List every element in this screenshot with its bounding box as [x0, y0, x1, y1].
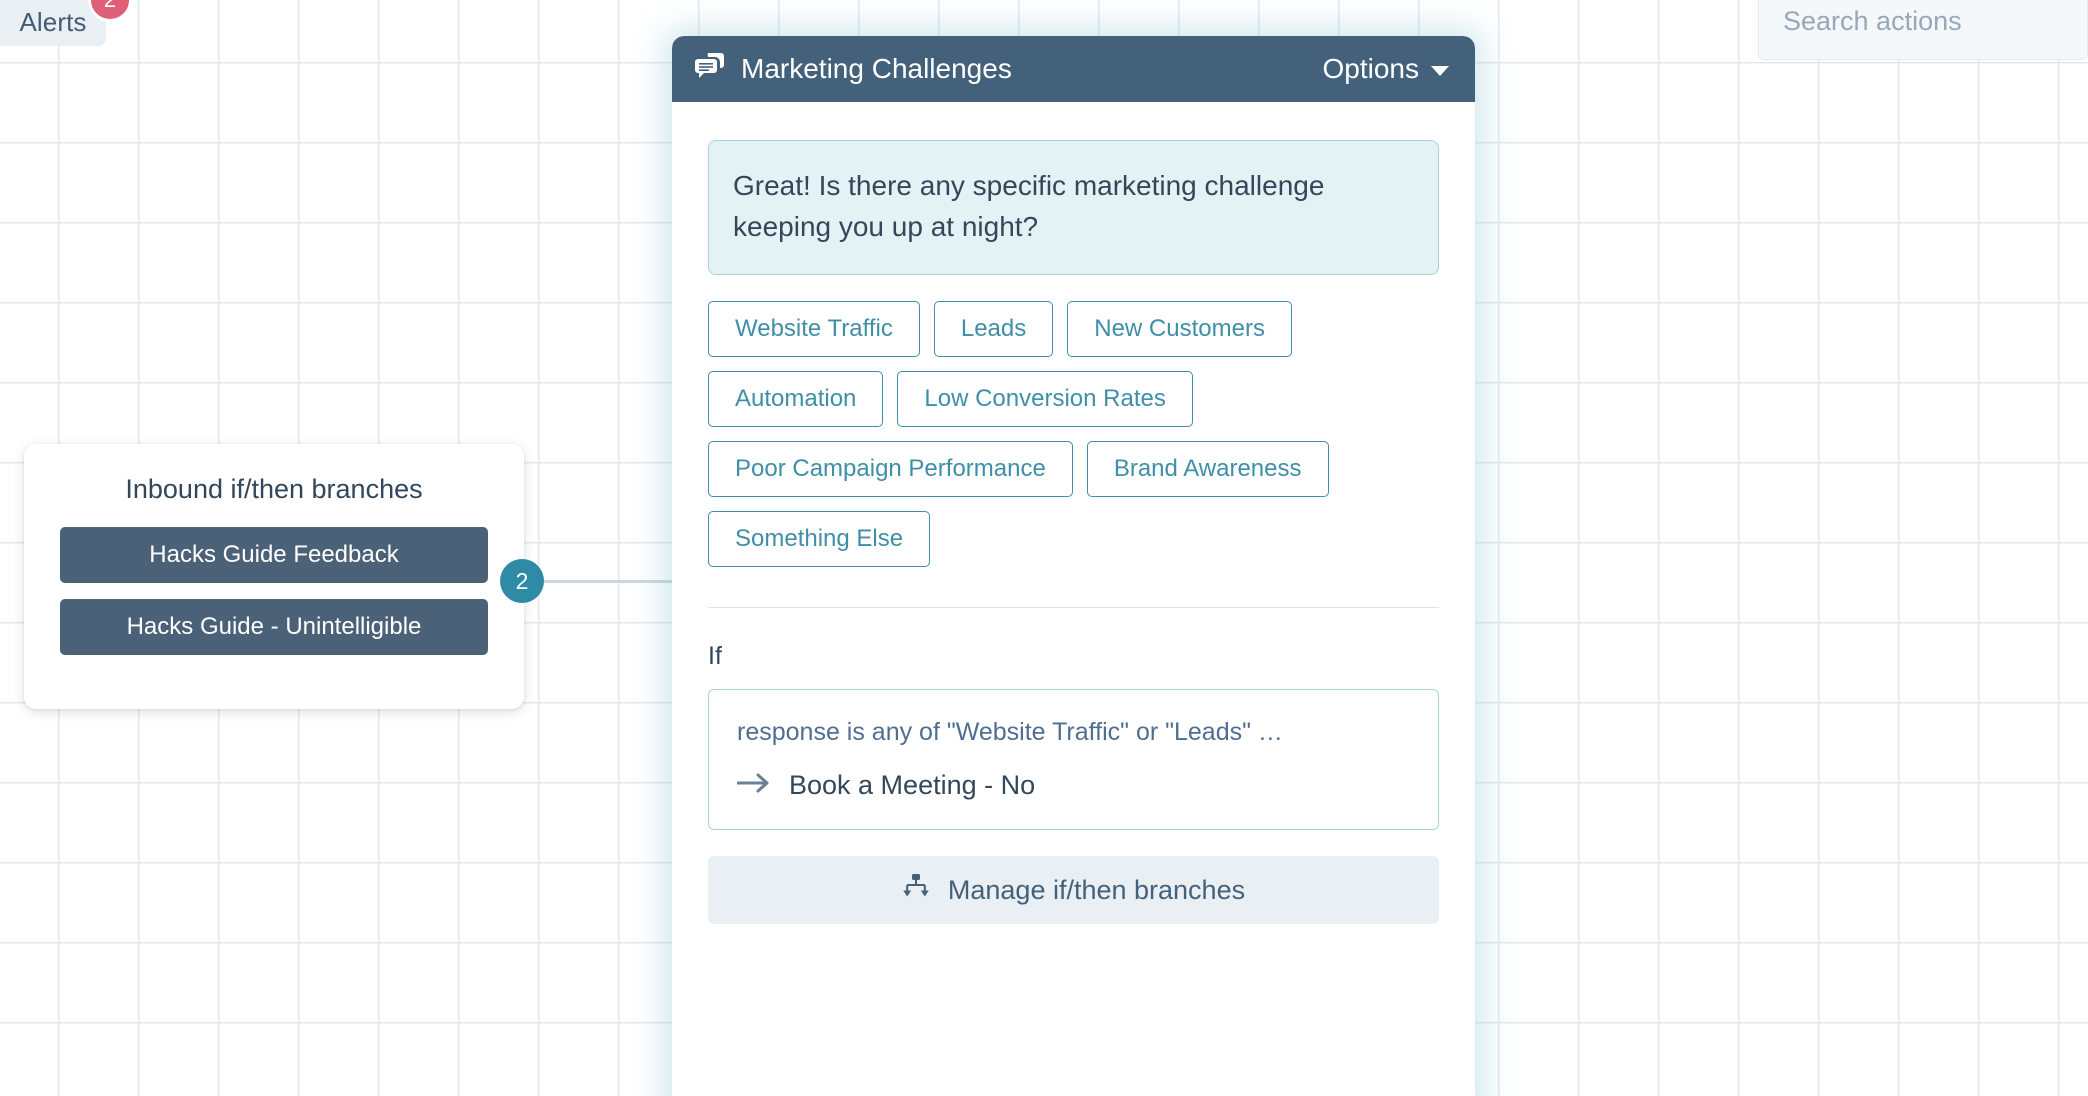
quick-reply-chips: Website Traffic Leads New Customers Auto… — [708, 300, 1439, 567]
branch-pill-feedback[interactable]: Hacks Guide Feedback — [60, 527, 488, 583]
quick-reply-chip[interactable]: Brand Awareness — [1086, 440, 1329, 497]
condition-action-row: Book a Meeting - No — [736, 770, 1410, 801]
search-actions-field[interactable] — [1758, 0, 2088, 60]
panel-title: Marketing Challenges — [741, 53, 1012, 84]
options-dropdown-button[interactable]: Options — [1322, 53, 1449, 85]
branch-hierarchy-icon — [902, 873, 930, 908]
section-divider — [708, 606, 1439, 608]
marketing-challenges-panel: Marketing Challenges Options Great! Is t… — [672, 36, 1475, 1096]
quick-reply-chip[interactable]: Something Else — [708, 510, 931, 567]
quick-reply-chip[interactable]: Automation — [708, 370, 884, 427]
panel-header: Marketing Challenges Options — [672, 36, 1475, 102]
workflow-canvas: Alerts 2 2 Inbound if/then branches Hack… — [0, 0, 2088, 1096]
quick-reply-chip[interactable]: Low Conversion Rates — [897, 370, 1193, 427]
branch-pill-unintelligible[interactable]: Hacks Guide - Unintelligible — [60, 599, 488, 655]
condition-text: response is any of "Website Traffic" or … — [737, 717, 1283, 746]
search-input[interactable] — [1783, 5, 2087, 37]
alerts-tab-label: Alerts — [19, 7, 87, 37]
bot-message-bubble[interactable]: Great! Is there any specific marketing c… — [708, 140, 1439, 275]
condition-action-label: Book a Meeting - No — [789, 770, 1036, 801]
quick-reply-chip[interactable]: Leads — [933, 300, 1054, 357]
manage-branches-button[interactable]: Manage if/then branches — [708, 856, 1439, 925]
inbound-branches-card: Inbound if/then branches Hacks Guide Fee… — [24, 444, 524, 709]
if-condition-box[interactable]: response is any of "Website Traffic" or … — [708, 688, 1439, 831]
branch-connector-badge[interactable]: 2 — [500, 559, 544, 603]
chevron-down-icon — [1431, 66, 1449, 76]
manage-branches-label: Manage if/then branches — [947, 874, 1246, 905]
quick-reply-chip[interactable]: New Customers — [1067, 300, 1292, 357]
inbound-card-title: Inbound if/then branches — [125, 474, 423, 504]
arrow-right-icon — [736, 770, 771, 801]
chat-bubbles-icon — [695, 52, 725, 86]
options-label: Options — [1322, 53, 1420, 84]
quick-reply-chip[interactable]: Website Traffic — [708, 300, 920, 357]
if-label: If — [708, 641, 722, 670]
panel-body: Great! Is there any specific marketing c… — [672, 102, 1475, 925]
quick-reply-chip[interactable]: Poor Campaign Performance — [708, 440, 1073, 497]
